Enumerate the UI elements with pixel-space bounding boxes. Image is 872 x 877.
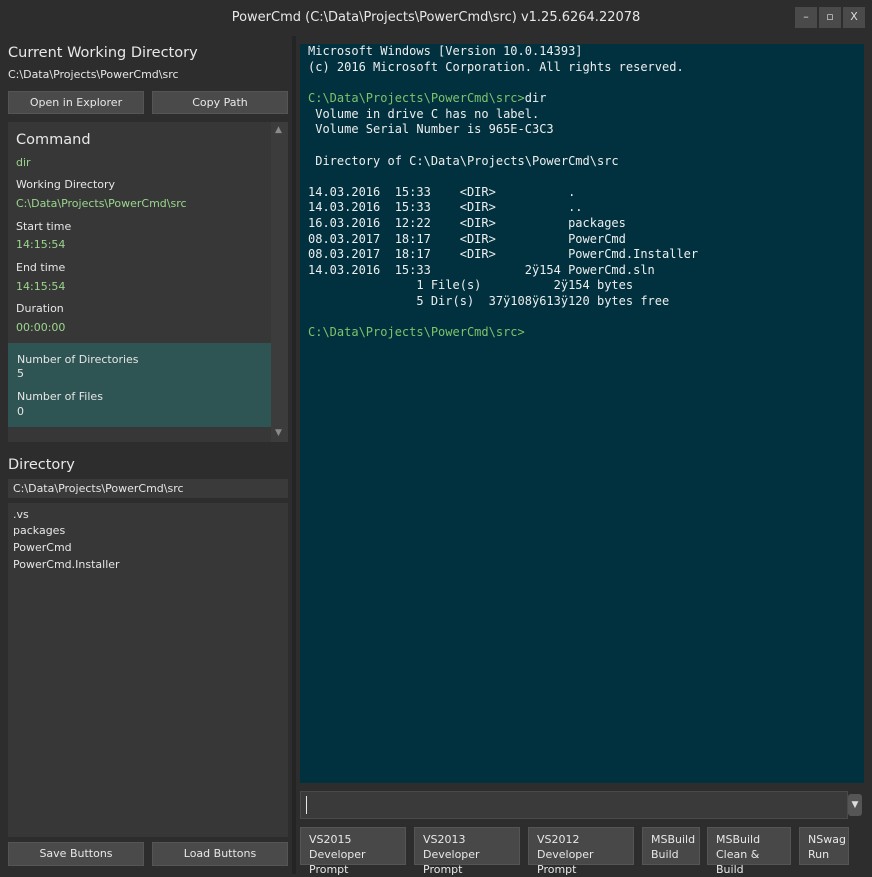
console-line: (c) 2016 Microsoft Corporation. All righ… [308, 60, 684, 74]
end-time-value: 14:15:54 [16, 280, 66, 293]
scroll-up-icon[interactable]: ▲ [275, 125, 282, 135]
vs2012-developer-prompt-button[interactable]: VS2012 Developer Prompt [528, 827, 634, 876]
button-line1: VS2013 [423, 833, 466, 846]
end-time-label: End time [16, 261, 66, 274]
start-time-value: 14:15:54 [16, 238, 66, 251]
console-line: Directory of C:\Data\Projects\PowerCmd\s… [308, 154, 619, 168]
msbuild-build-button[interactable]: MSBuild Build [642, 827, 700, 865]
command-info-panel-bottom [8, 427, 271, 442]
cwd-heading: Current Working Directory [8, 45, 198, 61]
directory-path-text: C:\Data\Projects\PowerCmd\src [13, 482, 184, 495]
console-line: Volume in drive C has no label. [308, 107, 540, 121]
button-line2: Run [808, 848, 830, 861]
button-line1: VS2012 [537, 833, 580, 846]
minimize-button[interactable]: – [795, 7, 817, 28]
directory-item[interactable]: PowerCmd.Installer [13, 558, 120, 571]
nswag-run-button[interactable]: NSwag Run [799, 827, 849, 865]
console-line: 16.03.2016 12:22 <DIR> packages [308, 216, 626, 230]
directory-item[interactable]: .vs [13, 508, 29, 521]
button-line1: NSwag [808, 833, 846, 846]
files-count-label: Number of Files [17, 390, 103, 403]
window-title: PowerCmd (C:\Data\Projects\PowerCmd\src)… [231, 10, 641, 25]
copy-path-button[interactable]: Copy Path [152, 91, 288, 114]
pane-splitter[interactable] [292, 36, 296, 874]
maximize-button[interactable]: ▫ [819, 7, 841, 28]
duration-label: Duration [16, 302, 64, 315]
console-line: 08.03.2017 18:17 <DIR> PowerCmd [308, 232, 626, 246]
vs2013-developer-prompt-button[interactable]: VS2013 Developer Prompt [414, 827, 520, 876]
button-line2: Developer Prompt [423, 848, 480, 876]
files-count-value: 0 [17, 405, 24, 418]
button-line2: Developer Prompt [537, 848, 594, 876]
duration-value: 00:00:00 [16, 321, 66, 334]
console-line: 5 Dir(s) 37ÿ108ÿ613ÿ120 bytes free [308, 294, 670, 308]
directories-count-label: Number of Directories [17, 353, 139, 366]
directory-item[interactable]: PowerCmd [13, 541, 72, 554]
open-in-explorer-button[interactable]: Open in Explorer [8, 91, 144, 114]
console-line: Microsoft Windows [Version 10.0.14393] [308, 44, 583, 58]
history-dropdown-chevron-down-icon[interactable]: ▼ [848, 794, 862, 816]
scroll-down-icon[interactable]: ▼ [275, 428, 282, 438]
console-line: 14.03.2016 15:33 <DIR> . [308, 185, 576, 199]
console-prompt: C:\Data\Projects\PowerCmd\src> [308, 91, 525, 105]
title-bar: PowerCmd (C:\Data\Projects\PowerCmd\src)… [0, 0, 872, 36]
button-line2: Clean & Build [716, 848, 760, 876]
console-output[interactable]: Microsoft Windows [Version 10.0.14393] (… [300, 44, 864, 783]
directories-count-value: 5 [17, 367, 24, 380]
command-heading: Command [16, 132, 91, 148]
console-line: 1 File(s) 2ÿ154 bytes [308, 278, 634, 292]
console-line: Volume Serial Number is 965E-C3C3 [308, 122, 554, 136]
info-scrollbar[interactable] [271, 122, 288, 442]
working-directory-value: C:\Data\Projects\PowerCmd\src [16, 197, 187, 210]
button-line1: MSBuild [651, 833, 696, 846]
load-buttons-button[interactable]: Load Buttons [152, 842, 288, 866]
close-button[interactable]: X [843, 7, 865, 28]
working-directory-label: Working Directory [16, 178, 116, 191]
console-line: C:\Data\Projects\PowerCmd\src> [308, 325, 525, 339]
save-buttons-button[interactable]: Save Buttons [8, 842, 144, 866]
command-input[interactable] [300, 791, 848, 819]
button-line1: VS2015 [309, 833, 352, 846]
console-line: C:\Data\Projects\PowerCmd\src>dir [308, 91, 546, 105]
button-line1: MSBuild [716, 833, 761, 846]
console-line: 14.03.2016 15:33 2ÿ154 PowerCmd.sln [308, 263, 655, 277]
console-line: 08.03.2017 18:17 <DIR> PowerCmd.Installe… [308, 247, 699, 261]
console-prompt: C:\Data\Projects\PowerCmd\src> [308, 325, 525, 339]
button-line2: Build [651, 848, 679, 861]
button-line2: Developer Prompt [309, 848, 366, 876]
vs2015-developer-prompt-button[interactable]: VS2015 Developer Prompt [300, 827, 406, 876]
msbuild-clean-build-button[interactable]: MSBuild Clean & Build [707, 827, 791, 876]
directory-heading: Directory [8, 457, 75, 473]
cwd-path: C:\Data\Projects\PowerCmd\src [8, 68, 179, 81]
start-time-label: Start time [16, 220, 72, 233]
command-value: dir [16, 156, 31, 169]
console-command: dir [524, 91, 547, 105]
directory-item[interactable]: packages [13, 524, 65, 537]
console-line: 14.03.2016 15:33 <DIR> .. [308, 200, 583, 214]
text-caret [306, 796, 307, 814]
